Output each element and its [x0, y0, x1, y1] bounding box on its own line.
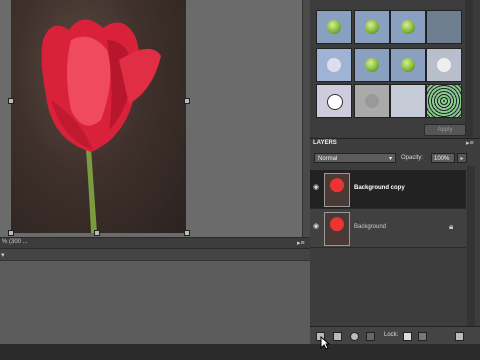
effect-thumbnail[interactable] [390, 48, 426, 82]
effect-thumbnail[interactable] [390, 10, 426, 44]
opacity-dropdown-button[interactable]: ▸ [457, 153, 467, 163]
layer-row-background-copy[interactable]: ◉ Background copy [310, 170, 466, 209]
effect-thumbnail[interactable] [316, 48, 352, 82]
effect-thumbnail[interactable] [354, 10, 390, 44]
layer-name: Background [354, 224, 387, 230]
effect-thumbnail[interactable] [316, 84, 352, 118]
chevron-down-icon: ▾ [388, 156, 392, 162]
taskbar [0, 344, 480, 360]
link-icon[interactable] [366, 332, 375, 341]
blend-mode-value: Normal [318, 156, 338, 162]
lock-label: Lock: [384, 332, 399, 338]
panel-menu-icon[interactable]: ▸≡ [297, 239, 305, 247]
chevron-down-icon[interactable]: ▾ [1, 251, 5, 259]
layer-thumbnail [324, 212, 350, 246]
transform-handle-left[interactable] [8, 98, 14, 104]
eye-icon[interactable]: ◉ [313, 223, 321, 230]
layer-row-background[interactable]: ◉ Background 🔒︎ [310, 209, 466, 248]
layer-mask-icon[interactable] [350, 332, 359, 341]
effect-thumbnail[interactable] [354, 48, 390, 82]
lock-icon: 🔒︎ [449, 222, 454, 231]
blend-mode-select[interactable]: Normal ▾ [314, 153, 396, 163]
effect-thumbnail[interactable] [390, 84, 426, 118]
effect-thumbnail[interactable] [354, 84, 390, 118]
panel-menu-icon[interactable]: ▸≡ [466, 139, 474, 147]
lock-all-icon[interactable] [418, 332, 427, 341]
document-image[interactable] [11, 0, 186, 233]
layers-tab[interactable]: LAYERS [313, 140, 337, 146]
project-bin [0, 260, 310, 345]
apply-button[interactable]: Apply [424, 124, 466, 136]
zoom-status: % (300 ... [2, 239, 28, 245]
status-bar: % (300 ... [0, 237, 310, 248]
transform-handle-bottom[interactable] [94, 230, 100, 236]
mouse-cursor [320, 336, 330, 350]
trash-icon[interactable] [455, 332, 464, 341]
transform-handle-bottom-left[interactable] [8, 230, 14, 236]
effects-panel [310, 0, 473, 137]
opacity-input[interactable]: 100% [431, 153, 455, 163]
effect-thumbnail[interactable] [426, 10, 462, 44]
effect-thumbnail[interactable] [426, 84, 462, 118]
eye-icon[interactable]: ◉ [313, 184, 321, 191]
layers-scrollbar[interactable] [467, 166, 475, 326]
effect-thumbnail[interactable] [316, 10, 352, 44]
layer-thumbnail [324, 173, 350, 207]
tulip-photo [41, 19, 161, 233]
lock-transparency-icon[interactable] [403, 332, 412, 341]
opacity-label: Opacity: [401, 155, 424, 161]
layer-name: Background copy [354, 185, 405, 191]
new-adjustment-layer-icon[interactable] [333, 332, 342, 341]
transform-handle-right[interactable] [184, 98, 190, 104]
effect-thumbnail[interactable] [426, 48, 462, 82]
effects-scrollbar[interactable] [465, 0, 473, 137]
transform-handle-bottom-right[interactable] [184, 230, 190, 236]
